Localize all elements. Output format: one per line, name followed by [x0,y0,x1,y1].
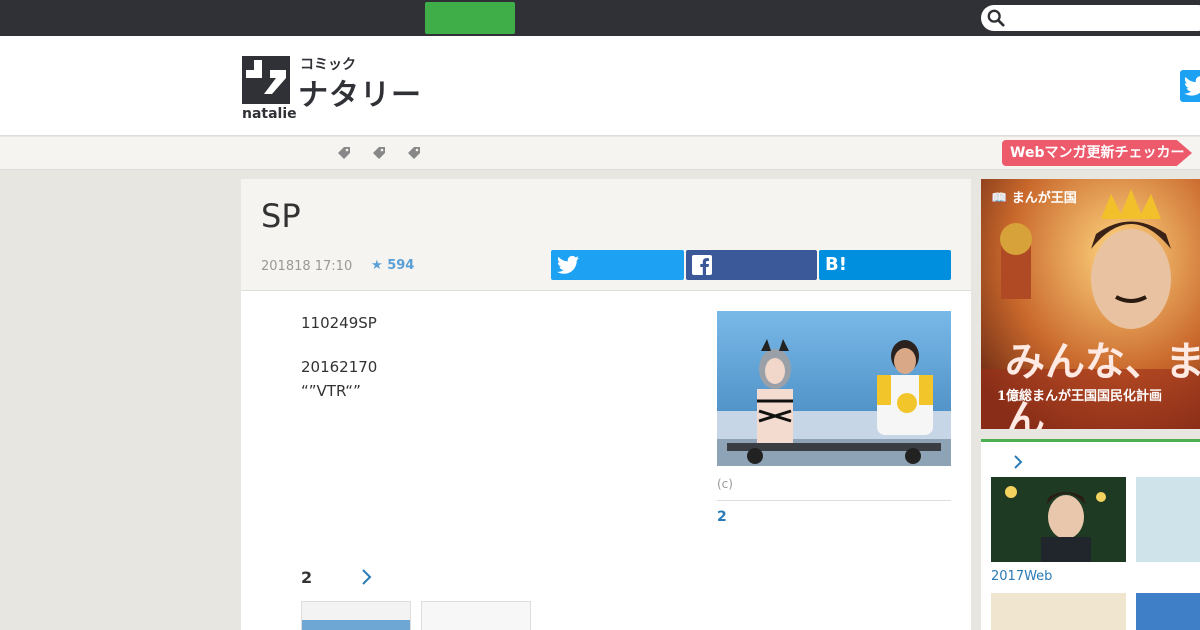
star-count-value: 594 [387,258,415,273]
article-date: 201818 17:10 [261,259,353,274]
sidebar-thumbnail[interactable] [1136,477,1200,562]
related-thumbnail[interactable] [301,601,411,630]
ad-brand-label: 📖 まんが王国 [991,187,1077,206]
sidebar-thumbnail[interactable] [1136,593,1200,630]
twitter-follow-button[interactable] [1180,70,1200,102]
article-title: SP [261,197,301,235]
divider [717,500,951,501]
photo-caption: (c) [717,477,733,491]
sidebar-ad-banner[interactable]: 📖 まんが王国 みんな、まん 1億総まんが王国国民化計画 [981,179,1200,429]
logo-natalie-text: natalie [242,106,297,122]
article-header: SP 201818 17:10 ★ 594 B! [241,179,971,291]
webmanga-checker-link[interactable]: Webマンガ更新チェッカー [1002,140,1192,166]
sidebar-panel: 2017Web [981,439,1200,630]
chevron-right-icon[interactable] [360,568,372,586]
category-nav: Webマンガ更新チェッカー [0,137,1200,170]
star-icon: ★ [371,258,383,273]
ad-subline: 1億総まんが王国国民化計画 [997,389,1163,404]
facebook-icon [692,255,712,275]
hatena-bookmark-button[interactable]: B! [819,250,951,280]
twitter-icon [1184,76,1200,96]
green-top-button[interactable] [425,2,515,34]
related-thumbnail[interactable] [421,601,531,630]
star-count[interactable]: ★ 594 [371,258,414,273]
ad-brand-text: まんが王国 [1011,191,1077,206]
site-header: コミック ナタリー natalie [0,36,1200,136]
twitter-share-button[interactable] [551,250,684,280]
top-bar [0,0,1200,36]
search-box[interactable] [981,5,1200,31]
related-count: 2 [301,568,313,587]
article: SP 201818 17:10 ★ 594 B! 110249SP 201621… [241,179,971,630]
article-photo[interactable] [717,311,951,466]
article-paragraph: “”VTR“” [301,382,361,400]
sidebar-thumbnail[interactable] [991,593,1126,630]
tag-icon[interactable] [337,146,351,160]
facebook-share-button[interactable] [686,250,817,280]
tag-icon[interactable] [407,146,421,160]
tag-icon[interactable] [372,146,386,160]
article-paragraph: 110249SP [301,314,377,332]
article-paragraph: 20162170 [301,358,378,376]
photo-count-link[interactable]: 2 [717,509,727,525]
twitter-icon [557,255,579,274]
logo-title[interactable]: ナタリー [298,70,422,114]
chevron-right-icon[interactable] [1013,454,1023,470]
sidebar-thumbnail[interactable] [991,477,1126,562]
ad-headline: みんな、まん [1005,338,1200,429]
book-icon: 📖 [991,191,1008,206]
sidebar-caption[interactable]: 2017Web [991,569,1052,584]
logo-mark-icon[interactable] [242,56,290,104]
search-icon [987,9,1005,27]
